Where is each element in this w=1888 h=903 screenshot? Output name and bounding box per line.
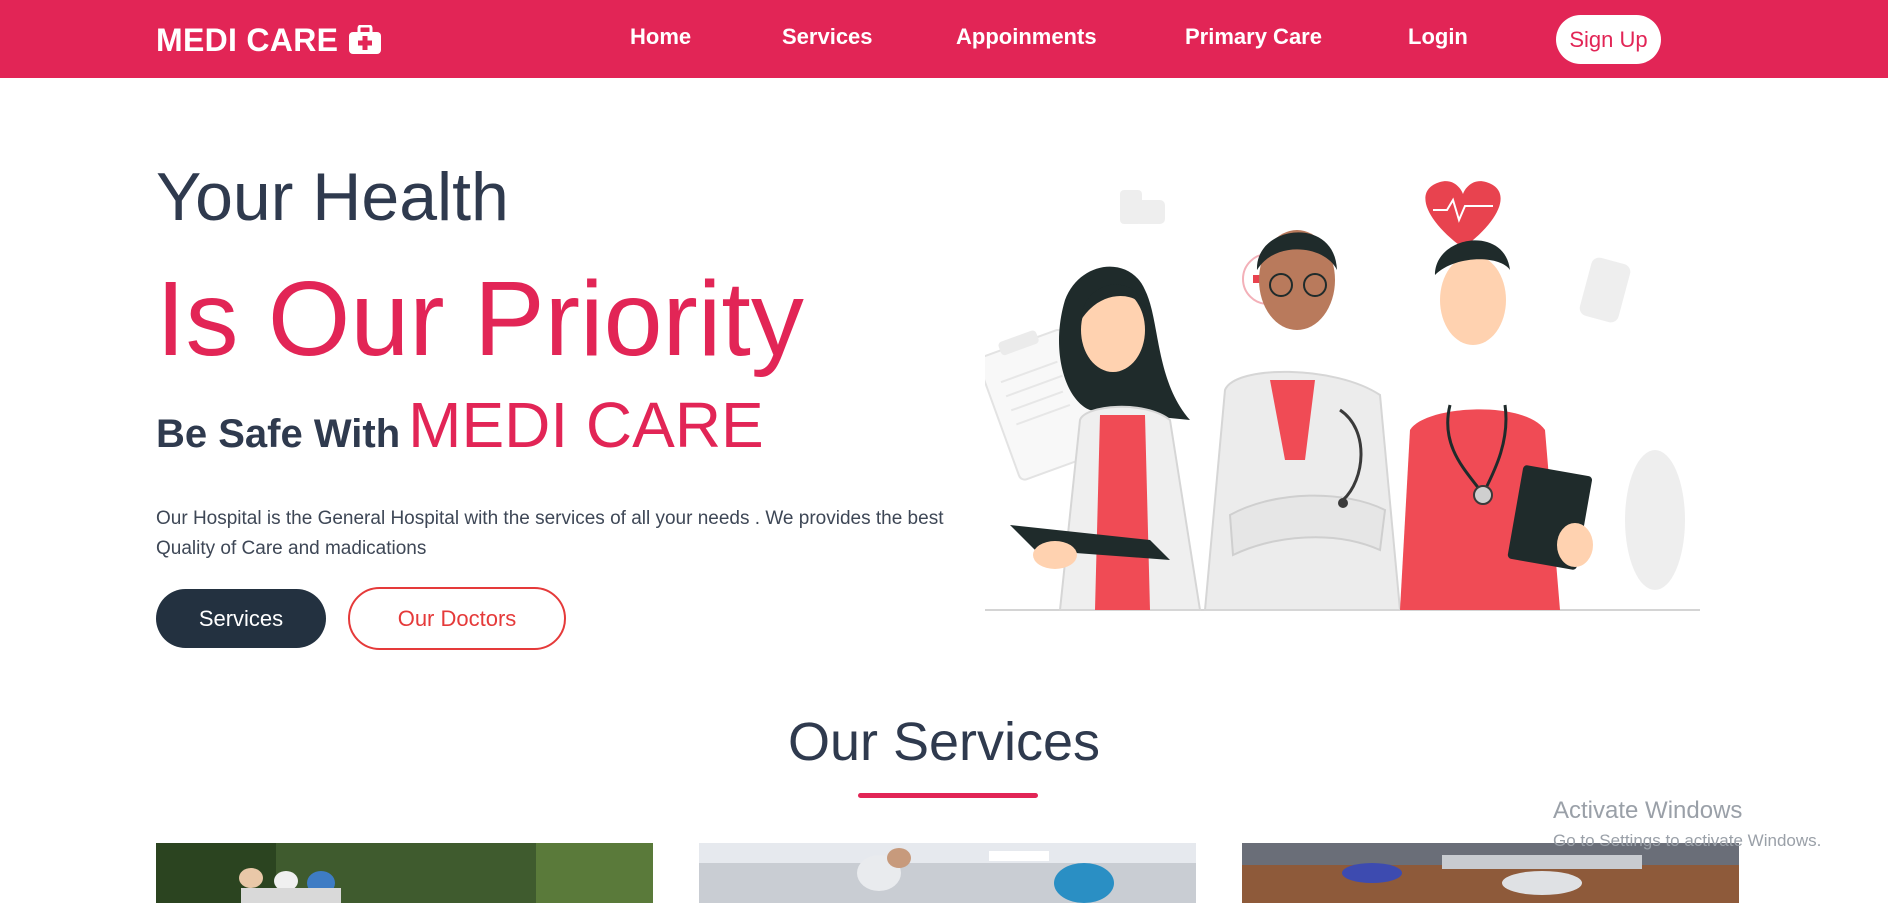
hero-tagline-lead: Be Safe With [156,412,401,456]
brand-logo[interactable]: MEDI CARE [156,20,382,60]
brand-name: MEDI CARE [156,21,339,58]
service-card-3[interactable] [1242,843,1739,903]
operating-room-photo [1242,843,1739,903]
activate-windows-watermark: Activate Windows Go to Settings to activ… [1553,797,1821,851]
nav-home[interactable]: Home [630,24,691,50]
nav-services[interactable]: Services [782,24,873,50]
services-section-title: Our Services [787,712,1101,772]
signup-button[interactable]: Sign Up [1556,15,1661,64]
service-card-2[interactable] [699,843,1196,903]
our-doctors-button[interactable]: Our Doctors [348,587,566,650]
nav-primary-care[interactable]: Primary Care [1185,24,1322,50]
patients-outdoor-photo [156,843,653,903]
watermark-title: Activate Windows [1553,797,1743,824]
first-aid-kit-icon [348,24,382,55]
nav-login[interactable]: Login [1408,24,1468,50]
hero-tagline-brand: MEDI CARE [408,389,764,461]
hero-heading-line2: Is Our Priority [156,260,804,378]
watermark-subtitle: Go to Settings to activate Windows. [1553,831,1822,850]
doctors-illustration [977,170,1705,615]
hospital-corridor-photo [699,843,1196,903]
title-underline [858,793,1038,798]
nav-appointments[interactable]: Appoinments [956,24,1097,50]
hero-heading-line1: Your Health [156,159,509,235]
service-card-1[interactable] [156,843,653,903]
hero-description: Our Hospital is the General Hospital wit… [156,508,944,559]
services-button[interactable]: Services [156,589,326,648]
navbar: MEDI CARE Home Services Appoinments Prim… [0,0,1888,78]
hero-heading-line3: Be Safe With MEDI CARE [156,393,764,457]
